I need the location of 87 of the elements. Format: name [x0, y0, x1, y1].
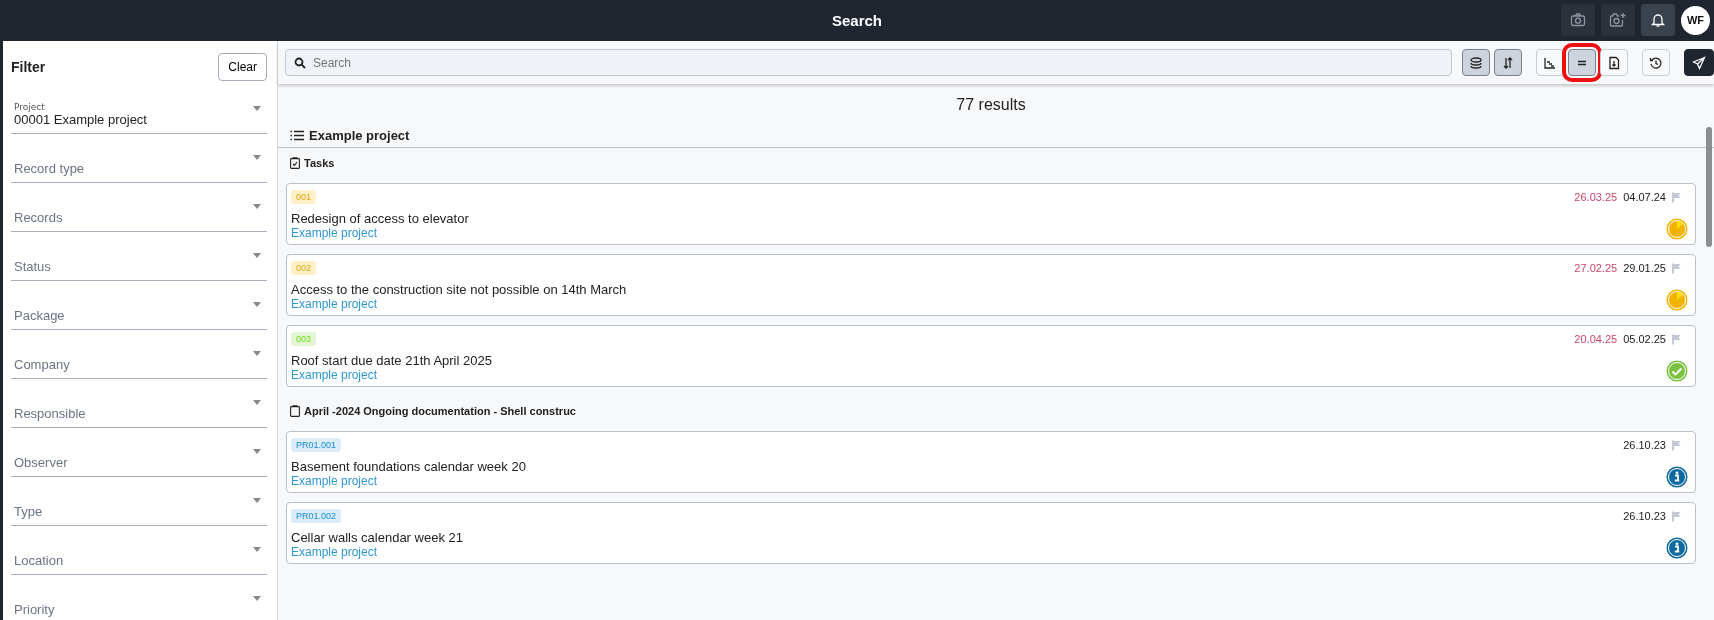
caret-icon	[253, 350, 261, 356]
record-number: 003	[291, 332, 317, 346]
send-button[interactable]	[1684, 49, 1714, 76]
document-button[interactable]	[1600, 49, 1628, 76]
progress-pie-icon	[1666, 218, 1688, 240]
caret-icon	[253, 448, 261, 454]
layers-button[interactable]	[1462, 49, 1490, 76]
chart-button[interactable]	[1536, 49, 1564, 76]
send-icon	[1692, 55, 1706, 70]
camera-icon	[1570, 12, 1586, 28]
caret-icon	[253, 203, 261, 209]
layers-icon	[1469, 55, 1483, 70]
caret-icon	[253, 399, 261, 405]
filter-dropdown[interactable]: Priority	[11, 579, 267, 620]
project-link[interactable]: Example project	[291, 226, 469, 240]
add-photo-button[interactable]	[1601, 4, 1635, 36]
history-icon	[1649, 55, 1663, 70]
record-date: 26.10.23	[1623, 510, 1666, 522]
list-icon	[290, 130, 304, 141]
record-number: 001	[291, 190, 317, 204]
caret-icon	[253, 301, 261, 307]
history-button[interactable]	[1642, 49, 1670, 76]
filter-dropdown[interactable]: Status	[11, 236, 267, 281]
record-card[interactable]: 003 20.04.25 05.02.25 Roof start due date 21th April 2025 Example project	[286, 325, 1696, 387]
filter-title: Filter	[11, 59, 46, 75]
progress-pie-icon	[1666, 289, 1688, 311]
record-card[interactable]: 001 26.03.25 04.07.24 Redesign of access to elevator Example project	[286, 183, 1696, 245]
record-date: 05.02.25	[1623, 333, 1666, 345]
clipboard-icon	[290, 405, 300, 417]
filter-dropdown[interactable]: Record type	[11, 138, 267, 183]
check-circle-icon	[1666, 360, 1688, 382]
filter-dropdown[interactable]: Company	[11, 334, 267, 379]
filter-dropdown[interactable]: Records	[11, 187, 267, 232]
caret-icon	[253, 546, 261, 552]
caret-icon	[253, 154, 261, 160]
filter-dropdown[interactable]: Package	[11, 285, 267, 330]
project-link[interactable]: Example project	[291, 368, 492, 382]
due-date: 20.04.25	[1574, 333, 1618, 345]
record-card[interactable]: PR01.001 26.10.23 Basement foundations calendar week 20 Example project	[286, 431, 1696, 493]
filter-dropdown[interactable]: Location	[11, 530, 267, 575]
user-avatar[interactable]: WF	[1681, 5, 1710, 35]
record-date: 26.10.23	[1623, 439, 1666, 451]
chart-icon	[1543, 55, 1557, 70]
project-link[interactable]: Example project	[291, 545, 463, 559]
project-link[interactable]: Example project	[291, 474, 526, 488]
record-date: 29.01.25	[1623, 262, 1666, 274]
record-title: Roof start due date 21th April 2025	[291, 353, 492, 368]
project-heading: Example project	[309, 128, 410, 143]
group-heading: April -2024 Ongoing documentation - Shell construc	[304, 405, 576, 417]
caret-icon	[253, 595, 261, 601]
group-heading: Tasks	[304, 157, 335, 169]
record-title: Cellar walls calendar week 21	[291, 530, 463, 545]
record-number: PR01.002	[291, 509, 342, 523]
due-date: 26.03.25	[1574, 191, 1618, 203]
camera-button[interactable]	[1561, 4, 1595, 36]
info-icon	[1666, 537, 1688, 559]
notifications-button[interactable]	[1641, 4, 1675, 36]
record-number: PR01.001	[291, 438, 342, 452]
caret-icon	[253, 252, 261, 258]
record-title: Basement foundations calendar week 20	[291, 459, 526, 474]
record-number: 002	[291, 261, 317, 275]
clipboard-check-icon	[290, 157, 300, 169]
camera-plus-icon	[1609, 12, 1627, 28]
search-icon	[294, 57, 306, 69]
record-title: Redesign of access to elevator	[291, 211, 469, 226]
sort-icon	[1501, 55, 1515, 70]
filter-dropdown[interactable]: Observer	[11, 432, 267, 477]
info-icon	[1666, 466, 1688, 488]
scrollbar[interactable]	[1706, 127, 1712, 247]
document-icon	[1607, 55, 1621, 70]
filter-dropdown[interactable]: Responsible	[11, 383, 267, 428]
filter-dropdown[interactable]: Type	[11, 481, 267, 526]
bell-icon	[1650, 12, 1666, 28]
search-field[interactable]: Search	[285, 49, 1452, 76]
sort-button[interactable]	[1494, 49, 1522, 76]
caret-icon	[253, 105, 261, 111]
record-title: Access to the construction site not possible on 14th March	[291, 282, 627, 297]
record-card[interactable]: PR01.002 26.10.23 Cellar walls calendar week 21 Example project	[286, 502, 1696, 564]
page-title: Search	[831, 12, 882, 29]
due-date: 27.02.25	[1574, 262, 1618, 274]
caret-icon	[253, 497, 261, 503]
record-card[interactable]: 002 27.02.25 29.01.25 Access to the construction site not possible on 14th March Example project	[286, 254, 1696, 316]
project-link[interactable]: Example project	[291, 297, 627, 311]
record-date: 04.07.24	[1623, 191, 1666, 203]
results-count: 77 results	[955, 96, 1027, 114]
filter-dropdown[interactable]: Project 00001 Example project	[11, 89, 267, 134]
clear-button[interactable]: Clear	[218, 53, 267, 81]
